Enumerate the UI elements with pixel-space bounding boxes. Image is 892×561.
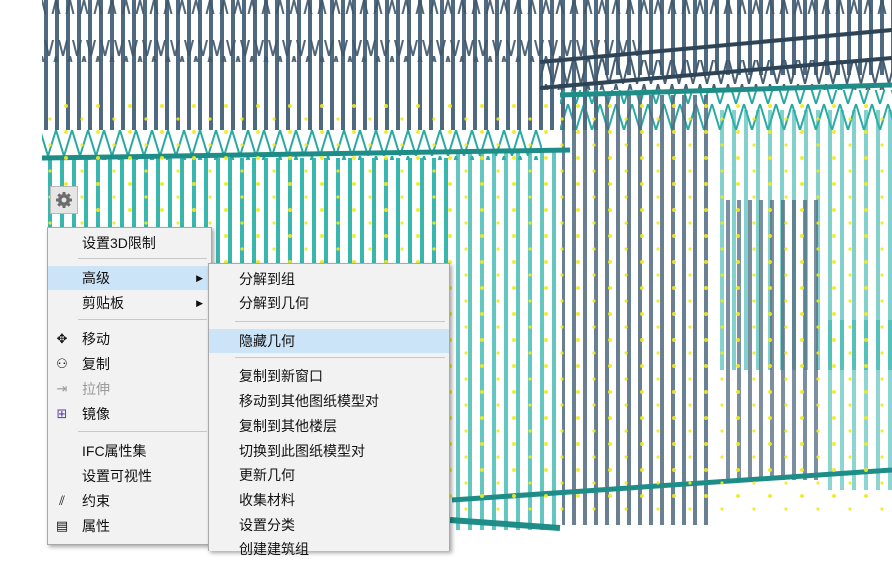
menu-item-constraint[interactable]: ⫽ 约束 (48, 489, 211, 513)
menu-item-set-visibility[interactable]: 设置可视性 (48, 464, 211, 488)
submenu-item-move-to-other-pair[interactable]: 移动到其他图纸模型对 (209, 389, 449, 413)
menu-item-label: 拉伸 (82, 381, 110, 397)
menu-separator (78, 431, 207, 432)
menu-item-label: 复制到新窗口 (239, 368, 323, 384)
advanced-submenu: 分解到组 分解到几何 隐藏几何 复制到新窗口 移动到其他图纸模型对 复制到其他楼… (208, 263, 450, 557)
menu-item-mirror[interactable]: ⊞ 镜像 (48, 402, 211, 426)
menu-separator (78, 319, 207, 320)
menu-item-label: 隐藏几何 (239, 333, 295, 349)
submenu-item-collect-materials[interactable]: 收集材料 (209, 488, 449, 512)
submenu-item-copy-to-other-level[interactable]: 复制到其他楼层 (209, 414, 449, 438)
menu-item-advanced[interactable]: 高级 ▶ (48, 266, 211, 290)
menu-item-ifc-property-set[interactable]: IFC属性集 (48, 439, 211, 463)
submenu-arrow-icon: ▶ (196, 273, 203, 283)
menu-separator (235, 357, 445, 358)
menu-item-label: 分解到几何 (239, 295, 309, 311)
menu-item-move[interactable]: ✥ 移动 (48, 327, 211, 351)
menu-separator (78, 258, 207, 259)
menu-item-label: 移动到其他图纸模型对 (239, 393, 379, 409)
menu-item-set-3d-limit[interactable]: 设置3D限制 (48, 231, 211, 255)
stretch-icon: ⇥ (56, 381, 68, 396)
menu-item-clipboard[interactable]: 剪贴板 ▶ (48, 291, 211, 315)
copy-icon: ⚇ (56, 356, 68, 371)
gear-icon (56, 192, 72, 208)
submenu-item-update-geometry[interactable]: 更新几何 (209, 463, 449, 487)
menu-item-label: 复制到其他楼层 (239, 418, 337, 434)
constraint-icon: ⫽ (59, 493, 65, 508)
menu-separator (235, 321, 445, 322)
submenu-arrow-icon: ▶ (196, 298, 203, 308)
menu-item-label: 更新几何 (239, 467, 295, 483)
submenu-item-explode-to-geometry[interactable]: 分解到几何 (209, 291, 449, 315)
submenu-item-explode-to-group[interactable]: 分解到组 (209, 267, 449, 291)
menu-item-label: 收集材料 (239, 492, 295, 508)
submenu-item-copy-to-new-window[interactable]: 复制到新窗口 (209, 364, 449, 388)
menu-item-label: 分解到组 (239, 271, 295, 287)
menu-item-label: 约束 (82, 493, 110, 509)
menu-item-stretch[interactable]: ⇥ 拉伸 (48, 377, 211, 401)
move-icon: ✥ (56, 331, 68, 346)
menu-item-label: 复制 (82, 356, 110, 372)
menu-item-label: 设置可视性 (82, 468, 152, 484)
menu-item-label: 设置3D限制 (82, 235, 156, 251)
menu-item-label: 剪贴板 (82, 295, 124, 311)
mirror-icon: ⊞ (56, 406, 68, 421)
menu-item-label: 设置分类 (239, 517, 295, 533)
menu-item-label: 创建建筑组 (239, 541, 309, 557)
menu-item-label: 镜像 (82, 406, 110, 422)
menu-item-copy[interactable]: ⚇ 复制 (48, 352, 211, 376)
context-menu: 设置3D限制 高级 ▶ 剪贴板 ▶ ✥ 移动 ⚇ 复制 ⇥ 拉伸 ⊞ 镜像 IF… (47, 227, 212, 545)
menu-item-label: 切换到此图纸模型对 (239, 443, 365, 459)
submenu-item-hide-geometry[interactable]: 隐藏几何 (209, 329, 449, 353)
properties-icon: ▤ (55, 518, 69, 533)
menu-item-label: 属性 (82, 518, 110, 534)
menu-item-properties[interactable]: ▤ 属性 (48, 514, 211, 538)
settings-button[interactable] (50, 186, 78, 214)
menu-item-label: 高级 (82, 270, 110, 286)
submenu-item-switch-to-this-pair[interactable]: 切换到此图纸模型对 (209, 439, 449, 463)
menu-item-label: 移动 (82, 331, 110, 347)
submenu-item-set-classification[interactable]: 设置分类 (209, 513, 449, 537)
submenu-item-create-building-group[interactable]: 创建建筑组 (209, 537, 449, 561)
menu-item-label: IFC属性集 (82, 443, 147, 459)
